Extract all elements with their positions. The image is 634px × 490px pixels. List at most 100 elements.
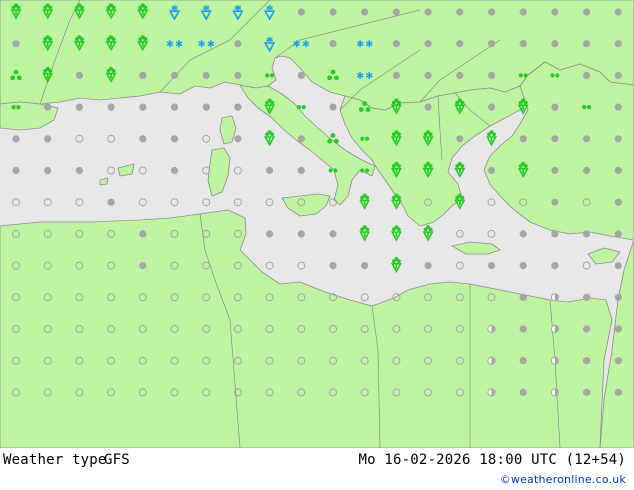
cloudy-icon [583, 388, 591, 396]
cloudy-icon [424, 103, 432, 111]
cloudy-icon [551, 198, 559, 206]
cloudy-icon [329, 230, 337, 238]
cloudy-icon [551, 103, 559, 111]
cloudy-icon [519, 262, 527, 270]
cloudy-icon [487, 40, 496, 48]
forecast-datetime: Mo 16-02-2026 18:00 UTC (12+54) [358, 452, 626, 468]
cloudy-icon [139, 262, 147, 270]
cloudy-icon [583, 357, 591, 365]
cloudy-icon [487, 166, 496, 175]
cloudy-icon [456, 135, 464, 143]
cloudy-icon [392, 40, 400, 48]
cloudy-icon [519, 40, 527, 48]
cloudy-icon [551, 135, 559, 143]
cloudy-icon [614, 198, 622, 206]
cloudy-icon [583, 71, 591, 79]
cloudy-icon [551, 40, 559, 48]
cloudy-icon [329, 8, 337, 16]
cloudy-icon [170, 166, 179, 175]
cloudy-icon [107, 198, 115, 206]
cloudy-icon [551, 230, 559, 238]
cloudy-icon [75, 166, 83, 175]
cloudy-icon [234, 40, 242, 48]
cloudy-icon [202, 71, 210, 79]
cloudy-icon [614, 293, 622, 301]
cloudy-icon [583, 230, 591, 238]
cloudy-icon [297, 71, 305, 79]
cloudy-icon [519, 293, 527, 301]
cloudy-icon [297, 8, 305, 16]
cloudy-icon [487, 103, 496, 111]
model-label: GFS [104, 452, 130, 468]
cloudy-icon [519, 388, 527, 396]
cloudy-icon [12, 135, 20, 143]
cloudy-icon [519, 325, 527, 333]
cloudy-icon [234, 135, 242, 143]
cloudy-icon [202, 103, 210, 111]
partly-cloudy-icon [487, 388, 496, 397]
cloudy-icon [424, 71, 432, 79]
cloudy-icon [139, 230, 147, 238]
cloudy-icon [44, 135, 52, 143]
cloudy-icon [487, 8, 496, 16]
cloudy-icon [361, 262, 369, 270]
cloudy-icon [519, 8, 527, 16]
cloudy-icon [551, 166, 559, 175]
cloudy-icon [614, 325, 622, 333]
cloudy-icon [297, 135, 305, 143]
cloudy-icon [329, 262, 337, 270]
cloudy-icon [12, 40, 20, 48]
cloudy-icon [583, 8, 591, 16]
cloudy-icon [583, 166, 591, 175]
cloudy-icon [234, 71, 242, 79]
cloudy-icon [614, 135, 622, 143]
cloudy-icon [614, 103, 622, 111]
cloudy-icon [614, 8, 622, 16]
cloudy-icon [583, 135, 591, 143]
cloudy-icon [614, 166, 622, 175]
cloudy-icon [75, 103, 83, 111]
cloudy-icon [361, 8, 369, 16]
partly-cloudy-icon [550, 356, 559, 365]
cloudy-icon [614, 40, 622, 48]
cloudy-icon [44, 166, 52, 175]
cloudy-icon [266, 230, 274, 238]
cloudy-icon [12, 166, 20, 175]
cloudy-icon [456, 71, 464, 79]
cloudy-icon [519, 230, 527, 238]
cloudy-icon [583, 40, 591, 48]
cloudy-icon [139, 135, 147, 143]
cloudy-icon [170, 135, 179, 143]
cloudy-icon [583, 325, 591, 333]
cloudy-icon [170, 103, 179, 111]
cloudy-icon [551, 8, 559, 16]
weather-type-label: Weather type [3, 452, 107, 468]
cloudy-icon [297, 166, 305, 175]
cloudy-icon [424, 8, 432, 16]
cloudy-icon [424, 262, 432, 270]
cloudy-icon [487, 71, 496, 79]
cloudy-icon [583, 293, 591, 301]
cloudy-icon [392, 8, 400, 16]
cloudy-icon [75, 71, 83, 79]
cloudy-icon [456, 8, 464, 16]
cloudy-icon [487, 262, 496, 270]
partly-cloudy-icon [550, 293, 559, 302]
weather-map [0, 0, 634, 448]
cloudy-icon [519, 135, 527, 143]
cloudy-icon [44, 103, 52, 111]
cloudy-icon [170, 71, 179, 79]
map-footer: Weather type GFS Mo 16-02-2026 18:00 UTC… [0, 448, 634, 490]
cloudy-icon [392, 71, 400, 79]
cloudy-icon [614, 357, 622, 365]
cloudy-icon [424, 40, 432, 48]
cloudy-icon [519, 357, 527, 365]
credit-link[interactable]: ©weatheronline.co.uk [500, 473, 626, 486]
cloudy-icon [139, 71, 147, 79]
cloudy-icon [614, 230, 622, 238]
cloudy-icon [329, 103, 337, 111]
cloudy-icon [551, 262, 559, 270]
cloudy-icon [614, 262, 622, 270]
cloudy-icon [456, 40, 464, 48]
cloudy-icon [266, 166, 274, 175]
